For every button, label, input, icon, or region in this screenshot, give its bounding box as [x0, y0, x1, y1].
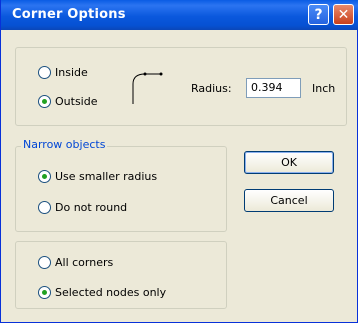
- radio-outside-circle[interactable]: [38, 95, 51, 108]
- dialog-title: Corner Options: [12, 7, 126, 22]
- radio-outside[interactable]: Outside: [38, 95, 97, 108]
- radio-inside-circle[interactable]: [38, 66, 51, 79]
- radio-do-not-round-label: Do not round: [55, 201, 128, 214]
- narrow-objects-group: [15, 146, 227, 232]
- radio-use-smaller-radius-label: Use smaller radius: [55, 170, 158, 183]
- radio-inside-label: Inside: [55, 66, 88, 79]
- radio-do-not-round-circle[interactable]: [38, 201, 51, 214]
- ok-button[interactable]: OK: [244, 151, 334, 174]
- radio-all-corners-circle[interactable]: [38, 256, 51, 269]
- help-button[interactable]: ?: [308, 4, 329, 25]
- cancel-button[interactable]: Cancel: [244, 189, 334, 212]
- help-icon: ?: [314, 6, 323, 23]
- corner-options-dialog: Corner Options ? ✕ Inside Outside Radius…: [0, 0, 358, 323]
- radio-all-corners-label: All corners: [55, 256, 114, 269]
- radius-input[interactable]: 0.394: [246, 78, 301, 98]
- radio-use-smaller-radius-circle[interactable]: [38, 170, 51, 183]
- unit-label: Inch: [312, 82, 336, 95]
- radio-do-not-round[interactable]: Do not round: [38, 201, 127, 214]
- radius-label: Radius:: [191, 82, 232, 95]
- corner-shape-icon: [132, 72, 163, 104]
- radio-use-smaller-radius[interactable]: Use smaller radius: [38, 170, 157, 183]
- radio-selected-nodes-only-circle[interactable]: [38, 286, 51, 299]
- close-icon: ✕: [337, 6, 350, 23]
- radio-outside-label: Outside: [55, 95, 98, 108]
- radio-all-corners[interactable]: All corners: [38, 256, 113, 269]
- radio-selected-nodes-only[interactable]: Selected nodes only: [38, 286, 166, 299]
- narrow-objects-title: Narrow objects: [21, 138, 108, 151]
- radio-inside[interactable]: Inside: [38, 66, 88, 79]
- title-bar[interactable]: Corner Options ? ✕: [1, 0, 358, 30]
- radio-selected-nodes-only-label: Selected nodes only: [55, 286, 167, 299]
- close-button[interactable]: ✕: [333, 4, 354, 25]
